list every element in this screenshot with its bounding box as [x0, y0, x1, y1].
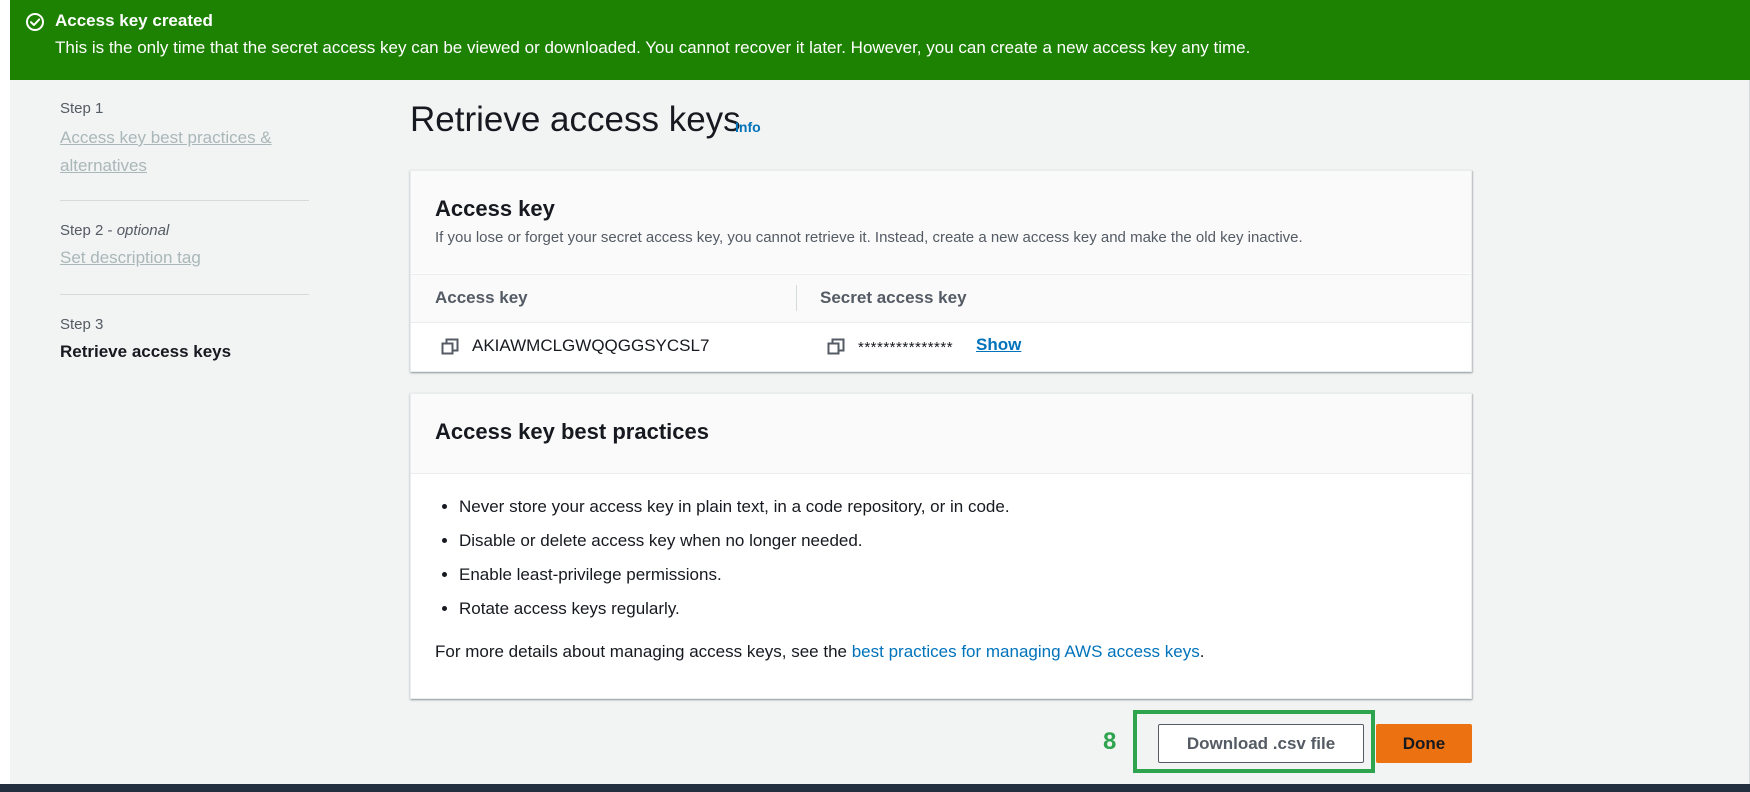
step-2-label: Step 2 - optional [60, 222, 170, 239]
step-divider [60, 294, 309, 295]
success-flash-banner: Access key created This is the only time… [10, 0, 1750, 80]
more-details-suffix: . [1199, 642, 1205, 661]
secret-key-masked: *************** [858, 339, 954, 356]
list-item: Never store your access key in plain tex… [459, 496, 1010, 530]
step-2-link[interactable]: Set description tag [60, 244, 201, 272]
key-table-row: AKIAWMCLGWQQGGSYCSL7 *************** Sho… [411, 323, 1471, 371]
step-2-number: Step 2 [60, 222, 104, 239]
panel-title: Access key [435, 196, 555, 221]
step-divider [60, 200, 309, 201]
flash-message: This is the only time that the secret ac… [55, 38, 1251, 57]
step-3-label: Step 3 [60, 316, 104, 333]
column-secret-access-key: Secret access key [820, 288, 967, 307]
page-title: Retrieve access keys [410, 100, 741, 139]
step-3-current: Retrieve access keys [60, 342, 232, 361]
column-access-key: Access key [435, 288, 528, 307]
flash-title: Access key created [55, 11, 213, 30]
access-key-value: AKIAWMCLGWQQGGSYCSL7 [472, 336, 710, 355]
left-edge [0, 0, 10, 792]
done-button[interactable]: Done [1376, 724, 1472, 763]
access-key-panel: Access key If you lose or forget your se… [410, 170, 1472, 372]
step-2-optional: optional [116, 222, 170, 239]
key-table-header: Access key Secret access key [411, 274, 1471, 323]
panel-header [411, 171, 1471, 273]
panel-title: Access key best practices [435, 419, 709, 444]
download-csv-button[interactable]: Download .csv file [1158, 724, 1364, 763]
list-item: Enable least-privilege permissions. [459, 564, 1010, 598]
panel-description: If you lose or forget your secret access… [435, 229, 1303, 246]
step-1-link[interactable]: Access key best practices & alternatives [60, 124, 300, 180]
more-details-prefix: For more details about managing access k… [435, 642, 852, 661]
more-details-text: For more details about managing access k… [435, 642, 1204, 662]
annotation-step-number: 8 [1103, 728, 1117, 755]
best-practices-list: Never store your access key in plain tex… [435, 496, 1010, 632]
info-link[interactable]: Info [735, 119, 761, 135]
list-item: Rotate access keys regularly. [459, 598, 1010, 632]
best-practices-link[interactable]: best practices for managing AWS access k… [852, 642, 1200, 661]
step-1-label: Step 1 [60, 100, 104, 117]
best-practices-panel: Access key best practices Never store yo… [410, 393, 1472, 699]
column-separator [796, 285, 797, 311]
copy-icon[interactable] [827, 338, 845, 356]
success-check-circle-icon [26, 13, 44, 31]
show-secret-link[interactable]: Show [976, 335, 1021, 355]
bottom-bar [0, 784, 1750, 792]
copy-icon[interactable] [441, 338, 459, 356]
list-item: Disable or delete access key when no lon… [459, 530, 1010, 564]
